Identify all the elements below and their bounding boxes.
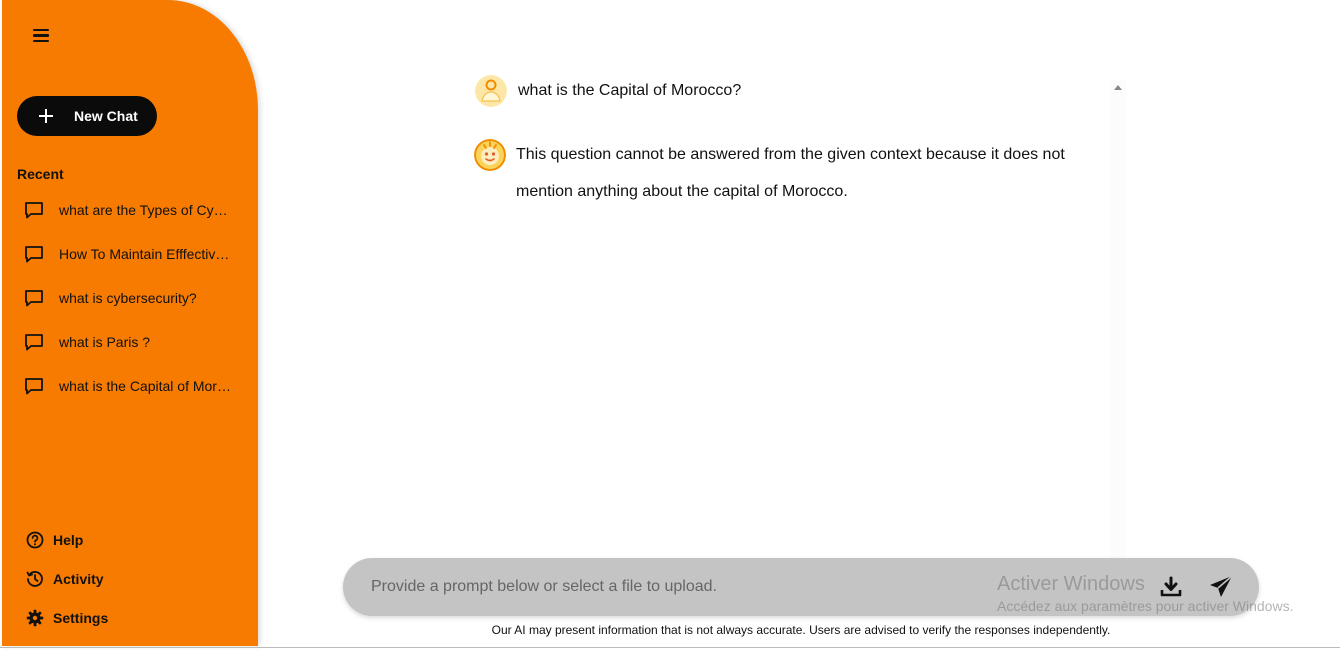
activity-label: Activity bbox=[53, 570, 104, 587]
hamburger-menu-icon[interactable] bbox=[31, 26, 53, 46]
recent-chat-item[interactable]: what is the Capital of Mor… bbox=[24, 364, 239, 408]
settings-nav-item[interactable]: Settings bbox=[26, 598, 108, 637]
recent-chat-item[interactable]: How To Maintain Efffectiv… bbox=[24, 232, 239, 276]
settings-label: Settings bbox=[53, 609, 109, 626]
recent-chat-item[interactable]: what is Paris ? bbox=[24, 320, 239, 364]
ai-disclaimer: Our AI may present information that is n… bbox=[491, 623, 1111, 637]
recent-chat-label: what are the Types of Cy… bbox=[59, 202, 228, 218]
recent-chat-item[interactable]: what are the Types of Cy… bbox=[24, 188, 239, 232]
prompt-input[interactable] bbox=[371, 573, 971, 601]
user-message: what is the Capital of Morocco? bbox=[475, 75, 741, 107]
recent-chat-item[interactable]: what is cybersecurity? bbox=[24, 276, 239, 320]
scroll-up-arrow-icon[interactable] bbox=[1114, 85, 1122, 90]
recent-chat-label: what is the Capital of Mor… bbox=[59, 378, 231, 394]
send-icon[interactable] bbox=[1208, 574, 1234, 600]
chat-bubble-icon bbox=[25, 334, 43, 351]
upload-file-icon[interactable] bbox=[1159, 575, 1183, 599]
plus-icon bbox=[37, 107, 55, 125]
recent-chat-list: what are the Types of Cy… How To Maintai… bbox=[24, 188, 239, 408]
recent-chat-label: what is Paris ? bbox=[59, 334, 151, 350]
new-chat-button[interactable]: New Chat bbox=[17, 96, 157, 136]
user-avatar-icon bbox=[475, 75, 507, 107]
chat-bubble-icon bbox=[25, 378, 43, 395]
chat-bubble-icon bbox=[25, 202, 43, 219]
sidebar: New Chat Recent what are the Types of Cy… bbox=[2, 0, 258, 646]
chat-bubble-icon bbox=[25, 290, 43, 307]
activity-nav-item[interactable]: Activity bbox=[26, 559, 108, 598]
recent-chat-label: what is cybersecurity? bbox=[59, 290, 197, 306]
history-icon bbox=[26, 570, 43, 587]
recent-chat-label: How To Maintain Efffectiv… bbox=[59, 246, 230, 262]
bot-message-text: This question cannot be answered from th… bbox=[516, 146, 1065, 200]
recent-heading: Recent bbox=[17, 166, 64, 182]
windows-activation-title: Activer Windows bbox=[997, 573, 1145, 595]
new-chat-label: New Chat bbox=[74, 108, 138, 124]
bot-message: This question cannot be answered from th… bbox=[474, 139, 1116, 210]
help-circle-icon bbox=[26, 531, 44, 548]
gear-icon bbox=[26, 609, 44, 626]
sidebar-bottom-nav: Help Activity Settings bbox=[26, 520, 108, 637]
windows-activation-subtitle: Accédez aux paramètres pour activer Wind… bbox=[997, 598, 1294, 614]
chat-bubble-icon bbox=[25, 246, 43, 263]
help-nav-item[interactable]: Help bbox=[26, 520, 108, 559]
bot-avatar-icon bbox=[474, 139, 506, 171]
help-label: Help bbox=[53, 531, 84, 548]
divider bbox=[0, 647, 1340, 648]
user-message-text: what is the Capital of Morocco? bbox=[518, 82, 742, 99]
